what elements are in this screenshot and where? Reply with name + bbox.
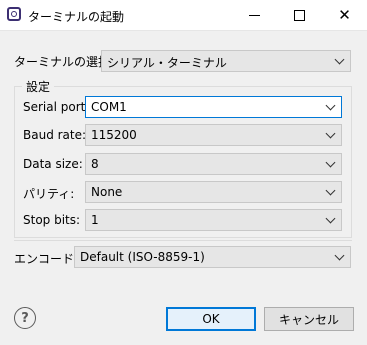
chevron-down-icon	[325, 157, 336, 168]
minimize-button[interactable]	[232, 0, 277, 30]
help-icon: ?	[21, 310, 29, 326]
terminal-select[interactable]: シリアル・ターミナル	[101, 50, 351, 72]
stop-bits-combo[interactable]: 1	[85, 209, 342, 231]
encoding-label: エンコード:	[14, 252, 79, 266]
serial-port-label: Serial port:	[23, 100, 90, 114]
cancel-button[interactable]: キャンセル	[264, 307, 354, 331]
title-bar: ターミナルの起動 ✕	[0, 0, 367, 31]
chevron-down-icon	[334, 250, 345, 261]
serial-port-combo[interactable]: COM1	[85, 96, 342, 118]
close-icon: ✕	[338, 6, 351, 24]
serial-port-value: COM1	[91, 100, 127, 114]
terminal-label: ターミナルの選択:	[14, 55, 115, 69]
parity-label: パリティ:	[23, 187, 75, 201]
encoding-value: Default (ISO-8859-1)	[80, 250, 205, 264]
chevron-down-icon	[325, 128, 336, 139]
window-title: ターミナルの起動	[28, 10, 125, 24]
data-size-value: 8	[91, 157, 99, 171]
encoding-combo[interactable]: Default (ISO-8859-1)	[74, 246, 351, 268]
maximize-icon	[294, 9, 305, 21]
parity-combo[interactable]: None	[85, 181, 342, 203]
settings-group-label: 設定	[22, 78, 55, 95]
chevron-down-icon	[325, 213, 336, 224]
baud-rate-value: 115200	[91, 128, 137, 142]
parity-value: None	[91, 185, 123, 199]
stop-bits-value: 1	[91, 213, 99, 227]
chevron-down-icon	[325, 100, 336, 111]
baud-rate-label: Baud rate:	[23, 128, 87, 142]
divider	[14, 240, 352, 241]
minimize-icon	[249, 14, 260, 16]
close-button[interactable]: ✕	[322, 0, 367, 30]
baud-rate-combo[interactable]: 115200	[85, 124, 342, 146]
data-size-label: Data size:	[23, 157, 83, 171]
chevron-down-icon	[325, 185, 336, 196]
maximize-button[interactable]	[277, 0, 322, 30]
data-size-combo[interactable]: 8	[85, 153, 342, 175]
help-button[interactable]: ?	[14, 307, 36, 329]
app-icon	[7, 7, 21, 21]
ok-button[interactable]: OK	[166, 307, 256, 331]
stop-bits-label: Stop bits:	[23, 213, 81, 227]
terminal-select-value: シリアル・ターミナル	[107, 56, 227, 70]
chevron-down-icon	[334, 54, 345, 65]
